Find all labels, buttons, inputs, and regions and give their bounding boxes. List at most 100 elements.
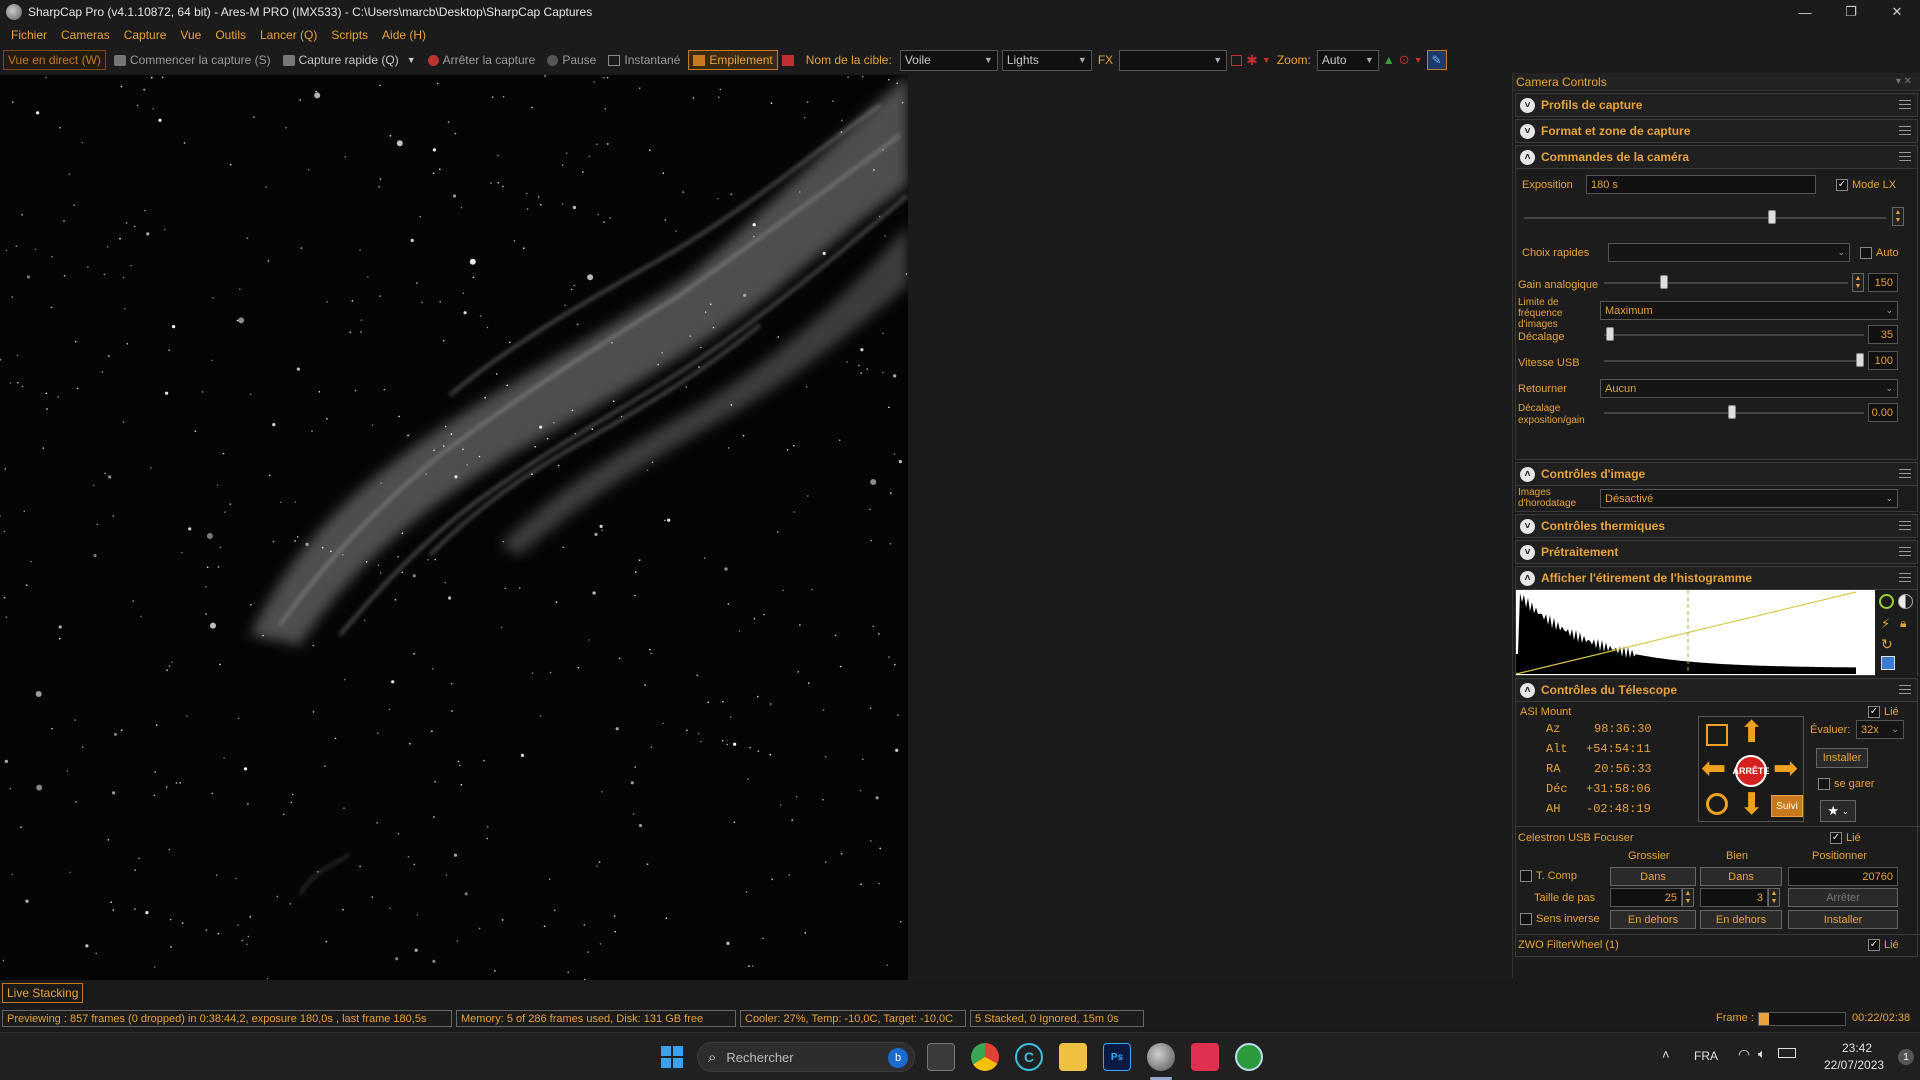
gain-input[interactable]: 150 — [1868, 273, 1898, 292]
chrome-icon[interactable] — [971, 1043, 999, 1071]
chevron-down-icon[interactable]: ˅ — [1520, 97, 1535, 113]
clock-date[interactable]: 22/07/2023 — [1824, 1058, 1884, 1072]
flip-select[interactable]: Aucun ⌄ — [1600, 379, 1898, 398]
crosshair-icon[interactable]: ✱ — [1246, 52, 1258, 69]
gain-spinner[interactable]: ▲ ▼ — [1852, 273, 1864, 292]
ccleaner-icon[interactable]: C — [1015, 1043, 1043, 1071]
section-histogram[interactable]: ˄ Afficher l'étirement de l'histogramme — [1515, 566, 1918, 590]
stop-mount-button[interactable]: ARRÊTE — [1733, 755, 1770, 787]
timestamp-select[interactable]: Désactivé ⌄ — [1600, 489, 1898, 508]
gain-slider-track[interactable] — [1604, 282, 1848, 284]
exposure-input[interactable]: 180 s — [1586, 175, 1816, 194]
chevron-up-icon[interactable]: ˄ — [1520, 466, 1535, 482]
contrast-icon[interactable] — [1898, 594, 1913, 609]
tracking-button[interactable]: Suivi — [1771, 795, 1803, 817]
histogram-icon[interactable]: ▲ — [1383, 53, 1395, 67]
mount-linked-checkbox[interactable]: ✓ — [1868, 706, 1880, 718]
close-button[interactable]: ✕ — [1874, 0, 1920, 24]
sun-target-icon[interactable] — [1706, 793, 1728, 815]
maximize-button[interactable]: ❐ — [1828, 0, 1874, 24]
arrow-right-icon[interactable]: ➡ — [1773, 753, 1798, 785]
home-icon[interactable] — [1706, 724, 1728, 746]
fine-step-spinner[interactable]: ▲ ▼ — [1768, 888, 1780, 907]
arrow-down-icon[interactable]: ⬇ — [1739, 789, 1764, 821]
tcomp-checkbox[interactable] — [1520, 870, 1532, 882]
menu-lancer[interactable]: Lancer (Q) — [253, 28, 324, 42]
coarse-step-input[interactable]: 25 — [1610, 888, 1682, 907]
quick-choices-select[interactable]: ⌄ — [1608, 243, 1850, 262]
offset-slider-thumb[interactable] — [1606, 327, 1614, 341]
exposure-slider-track[interactable] — [1524, 217, 1886, 219]
focuser-linked-checkbox[interactable]: ✓ — [1830, 832, 1842, 844]
focuser-stop-button[interactable]: Arrêter — [1788, 888, 1898, 907]
frame-type-select[interactable]: Lights ▼ — [1001, 49, 1092, 71]
filterwheel-linked-checkbox[interactable]: ✓ — [1868, 939, 1880, 951]
menu-icon[interactable] — [1899, 126, 1911, 135]
gain-slider-thumb[interactable] — [1660, 275, 1668, 289]
snapshot-button[interactable]: Instantané — [604, 50, 684, 70]
zoom-select[interactable]: Auto ▼ — [1316, 49, 1379, 71]
chevron-down-icon[interactable]: ▼ — [407, 55, 416, 65]
chevron-up-icon[interactable]: ˄ — [1520, 149, 1535, 165]
stacking-button[interactable]: Empilement — [688, 50, 778, 70]
section-telescope[interactable]: ˄ Contrôles du Télescope — [1515, 678, 1918, 702]
pause-button[interactable]: Pause — [543, 50, 600, 70]
coarse-in-button[interactable]: Dans — [1610, 867, 1696, 886]
notification-badge[interactable]: 1 — [1898, 1049, 1914, 1065]
menu-icon[interactable] — [1899, 547, 1911, 556]
chevron-down-icon[interactable]: ˅ — [1520, 518, 1535, 534]
section-image-controls[interactable]: ˄ Contrôles d'image — [1515, 462, 1918, 486]
file-explorer-icon[interactable] — [1059, 1043, 1087, 1071]
park-checkbox[interactable] — [1818, 778, 1830, 790]
section-camera-controls[interactable]: ˄ Commandes de la caméra — [1515, 145, 1918, 169]
coarse-out-button[interactable]: En dehors — [1610, 910, 1696, 929]
selection-area-icon[interactable] — [1231, 54, 1243, 66]
app-green-icon[interactable] — [1235, 1043, 1263, 1071]
menu-scripts[interactable]: Scripts — [324, 28, 375, 42]
menu-vue[interactable]: Vue — [173, 28, 208, 42]
start-capture-button[interactable]: Commencer la capture (S) — [110, 50, 275, 70]
stop-capture-button[interactable]: Arrêter la capture — [424, 50, 540, 70]
info-icon[interactable] — [1879, 594, 1894, 609]
pen-tool-icon[interactable]: ✎ — [1426, 50, 1447, 70]
clock-time[interactable]: 23:42 — [1842, 1041, 1872, 1055]
chevron-up-icon[interactable]: ˄ — [1662, 1047, 1670, 1062]
mode-lx-checkbox[interactable]: ✓ — [1836, 179, 1848, 191]
chevron-up-icon[interactable]: ˄ — [1520, 570, 1535, 586]
usb-slider-track[interactable] — [1604, 360, 1864, 362]
coarse-step-spinner[interactable]: ▲ ▼ — [1682, 888, 1694, 907]
chevron-down-icon[interactable]: ˅ — [1520, 544, 1535, 560]
menu-icon[interactable] — [1899, 685, 1911, 694]
live-stacking-tab[interactable]: Live Stacking — [2, 983, 84, 1003]
reverse-checkbox[interactable] — [1520, 913, 1532, 925]
exposure-spinner[interactable]: ▲ ▼ — [1892, 207, 1904, 226]
usb-slider-thumb[interactable] — [1856, 353, 1864, 367]
menu-icon[interactable] — [1899, 573, 1911, 582]
reset-icon[interactable]: ↻ — [1881, 636, 1893, 653]
photoshop-icon[interactable]: Ps — [1103, 1043, 1131, 1071]
frame-rate-select[interactable]: Maximum ⌄ — [1600, 301, 1898, 320]
language-indicator[interactable]: FRA — [1694, 1049, 1718, 1063]
fine-step-input[interactable]: 3 — [1700, 888, 1768, 907]
exp-gain-slider-thumb[interactable] — [1728, 405, 1736, 419]
minimize-button[interactable]: — — [1782, 0, 1828, 24]
focuser-position-input[interactable]: 20760 — [1788, 867, 1898, 886]
sharpcap-icon[interactable] — [1147, 1043, 1175, 1071]
section-capture-profiles[interactable]: ˅ Profils de capture — [1515, 93, 1918, 117]
menu-aide[interactable]: Aide (H) — [375, 28, 433, 42]
histogram-body[interactable]: ⚡ 🔒︎ ↻ — [1515, 590, 1918, 676]
live-view-button[interactable]: Vue en direct (W) — [3, 50, 106, 70]
chevron-down-icon[interactable]: ▼ — [1414, 55, 1423, 65]
chevron-up-icon[interactable]: ˄ — [1520, 682, 1535, 698]
menu-cameras[interactable]: Cameras — [54, 28, 117, 42]
offset-input[interactable]: 35 — [1868, 325, 1898, 344]
rate-select[interactable]: 32x ⌄ — [1856, 720, 1904, 739]
menu-icon[interactable] — [1899, 521, 1911, 530]
exposure-slider-thumb[interactable] — [1768, 210, 1776, 224]
offset-slider-track[interactable] — [1604, 334, 1864, 336]
start-icon[interactable] — [658, 1043, 686, 1071]
bing-icon[interactable]: b — [888, 1048, 908, 1068]
quick-capture-button[interactable]: Capture rapide (Q) ▼ — [279, 50, 420, 70]
pin-icon[interactable]: ▾ ✕ — [1896, 76, 1912, 87]
star-goto-button[interactable]: ★ ⌄ — [1820, 800, 1856, 822]
